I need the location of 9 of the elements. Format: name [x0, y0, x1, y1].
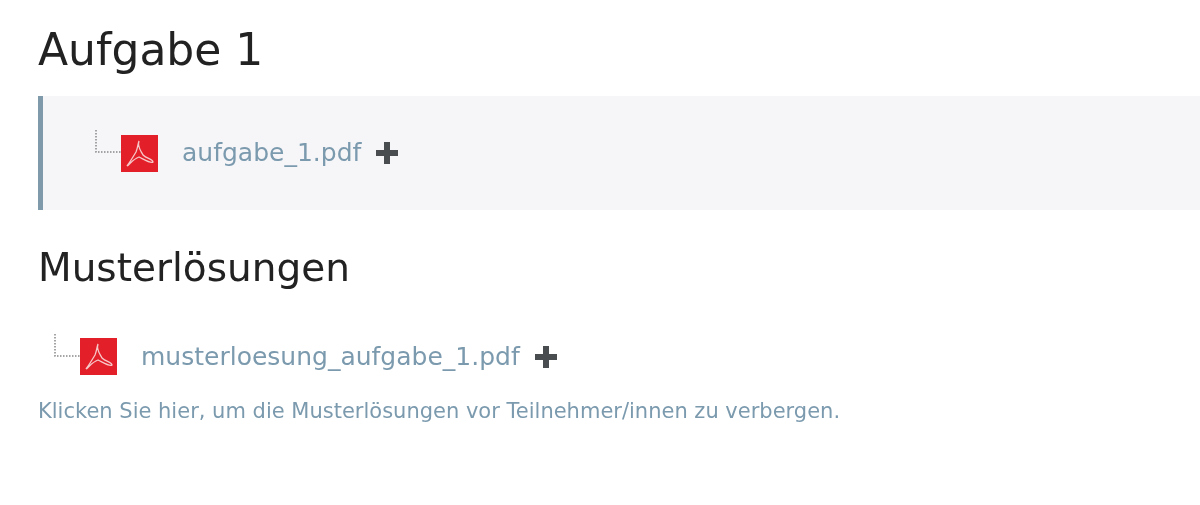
pdf-file-icon	[121, 134, 158, 172]
tree-connector	[54, 334, 80, 358]
tree-connector	[95, 130, 121, 155]
file-link[interactable]: musterloesung_aufgabe_1.pdf	[141, 338, 520, 376]
file-link[interactable]: aufgabe_1.pdf	[182, 134, 362, 172]
pdf-file-icon	[80, 338, 117, 376]
section-heading: Musterlösungen	[38, 244, 351, 292]
section-heading: Aufgabe 1	[38, 23, 265, 77]
hide-solutions-link[interactable]: Klicken Sie hier, um die Musterlösungen vor Teilnehmer/innen zu verbergen.	[38, 395, 1200, 427]
